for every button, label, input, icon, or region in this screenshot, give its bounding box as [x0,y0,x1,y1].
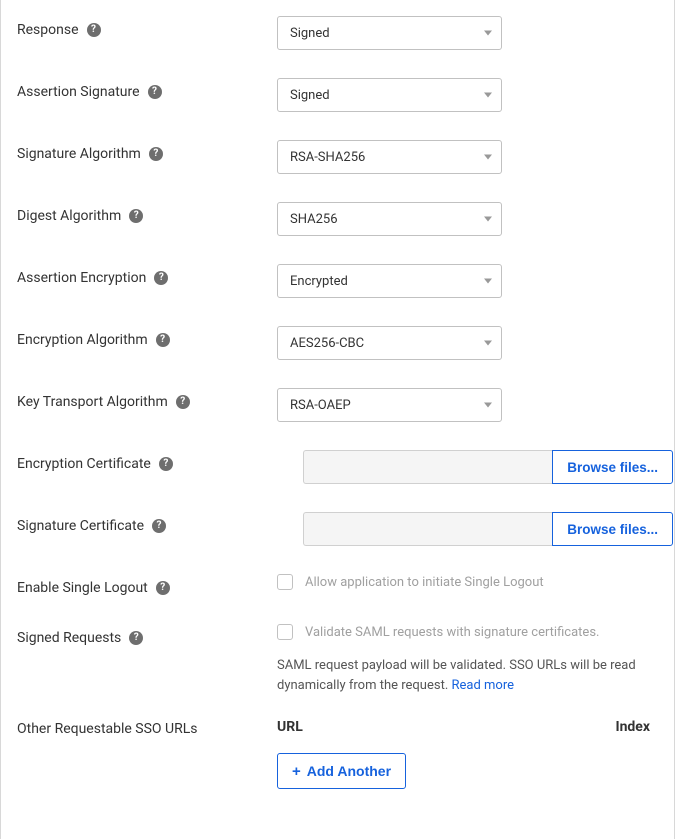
browse-encryption-certificate-button[interactable]: Browse files... [552,450,673,484]
label-signature-algorithm: Signature Algorithm ? [17,140,277,162]
select-signature-algorithm[interactable]: RSA-SHA256 [277,140,502,174]
checkbox-enable-single-logout[interactable] [277,574,293,590]
row-signature-certificate: Signature Certificate ? Browse files... [1,512,674,546]
row-assertion-encryption: Assertion Encryption ? Encrypted [1,264,674,298]
label-encryption-certificate: Encryption Certificate ? [17,450,277,472]
label-text: Signature Algorithm [17,146,141,162]
label-text: Encryption Algorithm [17,332,148,348]
help-icon[interactable]: ? [87,23,101,37]
select-value: Encrypted [290,274,348,289]
label-assertion-signature: Assertion Signature ? [17,78,277,100]
help-icon[interactable]: ? [152,519,166,533]
encryption-certificate-display [303,450,552,484]
help-icon[interactable]: ? [148,85,162,99]
help-icon[interactable]: ? [176,395,190,409]
select-response[interactable]: Signed [277,16,502,50]
column-header-url: URL [277,719,615,735]
row-signature-algorithm: Signature Algorithm ? RSA-SHA256 [1,140,674,174]
row-other-sso-urls: Other Requestable SSO URLs URL Index + A… [1,719,674,789]
select-assertion-encryption[interactable]: Encrypted [277,264,502,298]
label-enable-single-logout: Enable Single Logout ? [17,574,277,596]
read-more-link[interactable]: Read more [451,678,514,693]
select-encryption-algorithm[interactable]: AES256-CBC [277,326,502,360]
label-digest-algorithm: Digest Algorithm ? [17,202,277,224]
select-value: AES256-CBC [290,336,364,351]
help-icon[interactable]: ? [129,631,143,645]
checkbox-signed-requests[interactable] [277,624,293,640]
row-response: Response ? Signed [1,16,674,50]
select-value: Signed [290,26,330,41]
column-header-index: Index [615,719,658,735]
label-text: Other Requestable SSO URLs [17,721,198,737]
select-assertion-signature[interactable]: Signed [277,78,502,112]
select-value: RSA-SHA256 [290,150,365,165]
row-signed-requests: Signed Requests ? Validate SAML requests… [1,624,674,695]
help-icon[interactable]: ? [129,209,143,223]
row-digest-algorithm: Digest Algorithm ? SHA256 [1,202,674,236]
label-signed-requests: Signed Requests ? [17,624,277,646]
label-text: Assertion Signature [17,84,140,100]
select-digest-algorithm[interactable]: SHA256 [277,202,502,236]
plus-icon: + [292,764,301,779]
label-encryption-algorithm: Encryption Algorithm ? [17,326,277,348]
label-key-transport-algorithm: Key Transport Algorithm ? [17,388,277,410]
label-text: Signature Certificate [17,518,144,534]
select-value: RSA-OAEP [290,398,351,413]
select-key-transport-algorithm[interactable]: RSA-OAEP [277,388,502,422]
add-button-label: Add Another [307,763,391,779]
label-text: Response [17,22,79,38]
checkbox-label: Allow application to initiate Single Log… [305,575,544,590]
label-assertion-encryption: Assertion Encryption ? [17,264,277,286]
label-text: Key Transport Algorithm [17,394,168,410]
help-icon[interactable]: ? [156,581,170,595]
label-text: Assertion Encryption [17,270,146,286]
select-value: SHA256 [290,212,338,227]
select-value: Signed [290,88,330,103]
row-encryption-algorithm: Encryption Algorithm ? AES256-CBC [1,326,674,360]
signature-certificate-display [303,512,552,546]
label-text: Encryption Certificate [17,456,151,472]
label-response: Response ? [17,16,277,38]
sso-urls-table-header: URL Index [277,719,658,735]
label-other-sso-urls: Other Requestable SSO URLs [17,719,277,737]
checkbox-label: Validate SAML requests with signature ce… [305,625,599,640]
row-key-transport-algorithm: Key Transport Algorithm ? RSA-OAEP [1,388,674,422]
row-assertion-signature: Assertion Signature ? Signed [1,78,674,112]
settings-panel: Response ? Signed Assertion Signature ? … [0,0,675,839]
help-icon[interactable]: ? [154,271,168,285]
label-text: Signed Requests [17,630,121,646]
help-icon[interactable]: ? [156,333,170,347]
label-text: Enable Single Logout [17,580,148,596]
browse-signature-certificate-button[interactable]: Browse files... [552,512,673,546]
row-encryption-certificate: Encryption Certificate ? Browse files... [1,450,674,484]
help-icon[interactable]: ? [149,147,163,161]
signed-requests-description: SAML request payload will be validated. … [277,656,658,695]
label-text: Digest Algorithm [17,208,121,224]
label-signature-certificate: Signature Certificate ? [17,512,277,534]
help-icon[interactable]: ? [159,457,173,471]
row-enable-single-logout: Enable Single Logout ? Allow application… [1,574,674,596]
add-another-button[interactable]: + Add Another [277,753,406,789]
